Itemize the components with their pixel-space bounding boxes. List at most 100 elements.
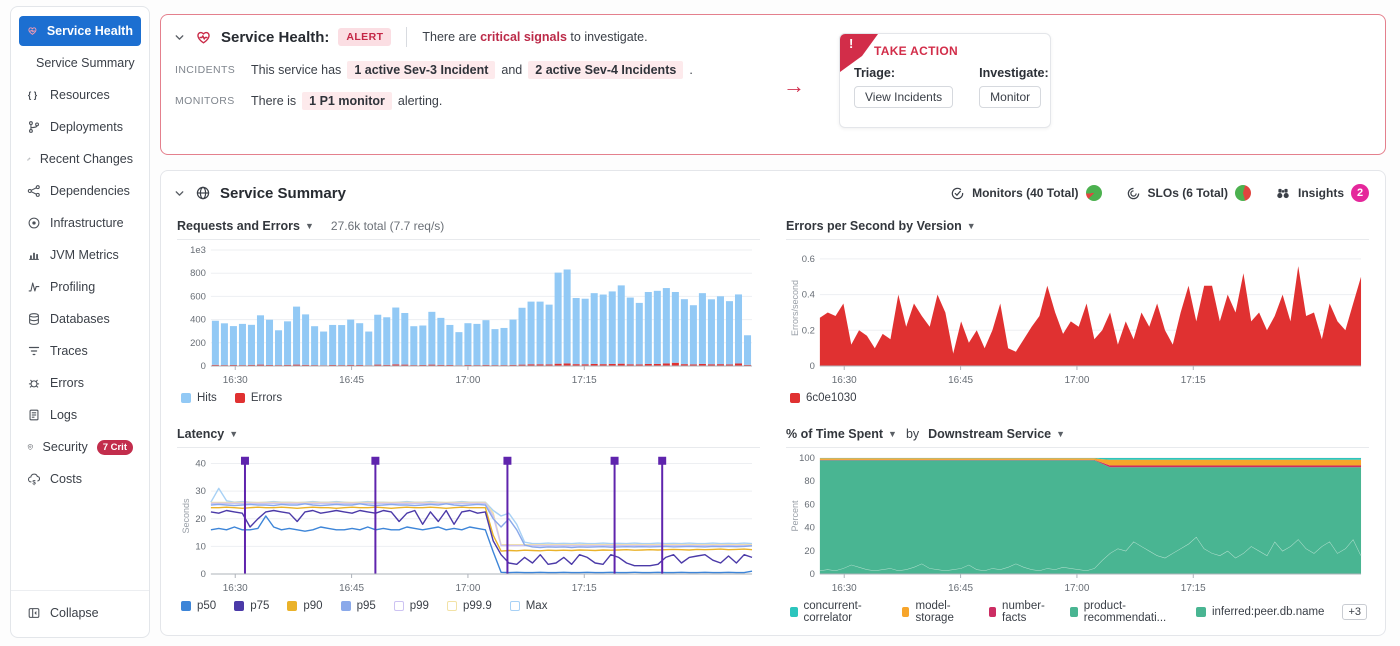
- legend-label: p50: [197, 600, 216, 612]
- sev4-incident-chip[interactable]: 2 active Sev-4 Incidents: [528, 61, 683, 79]
- legend-item[interactable]: Hits: [181, 392, 217, 404]
- svg-text:200: 200: [190, 338, 206, 349]
- svg-text:0.6: 0.6: [802, 254, 815, 265]
- sidebar-item-label: Service Summary: [36, 56, 135, 70]
- sidebar-item-label: Dependencies: [50, 184, 130, 198]
- sidebar-item-label: Databases: [50, 312, 110, 326]
- sidebar-item-recent-changes[interactable]: Recent Changes: [19, 144, 141, 174]
- collapse-label: Collapse: [50, 606, 99, 620]
- svg-text:17:00: 17:00: [1064, 583, 1089, 594]
- sev3-incident-chip[interactable]: 1 active Sev-3 Incident: [347, 61, 495, 79]
- errors-by-version-chart[interactable]: 00.20.40.6Errors/second16:3016:4517:0017…: [786, 240, 1369, 390]
- svg-text:20: 20: [195, 514, 206, 525]
- legend-item[interactable]: Max: [510, 600, 548, 612]
- insights-label: Insights: [1298, 186, 1344, 200]
- svg-text:17:15: 17:15: [1181, 375, 1206, 386]
- legend-item[interactable]: inferred:peer.db.name: [1196, 606, 1325, 618]
- legend-item[interactable]: p99.9: [447, 600, 492, 612]
- pencil-icon: [27, 152, 31, 166]
- sidebar-item-traces[interactable]: Traces: [19, 336, 141, 366]
- legend-item[interactable]: product-recommendati...: [1070, 600, 1178, 624]
- svg-text:600: 600: [190, 291, 206, 302]
- legend-item[interactable]: p95: [341, 600, 376, 612]
- legend-swatch: [235, 393, 245, 403]
- downstream-service-dropdown[interactable]: Downstream Service: [928, 427, 1051, 441]
- sidebar-item-security[interactable]: Security 7 Crit: [19, 432, 141, 462]
- requests-errors-chart[interactable]: 02004006008001e316:3016:4517:0017:15: [177, 240, 760, 390]
- svg-text:20: 20: [804, 546, 815, 557]
- target-icon: [27, 216, 41, 230]
- svg-text:60: 60: [804, 499, 815, 510]
- requests-errors-title-dropdown[interactable]: Requests and Errors: [177, 219, 300, 233]
- monitor-gauge-icon: [950, 186, 965, 201]
- chevron-down-icon[interactable]: [173, 31, 186, 44]
- collapse-panel-icon: [27, 606, 41, 620]
- svg-text:16:30: 16:30: [223, 375, 248, 386]
- latency-title-dropdown[interactable]: Latency: [177, 427, 224, 441]
- slos-total-link[interactable]: SLOs (6 Total): [1126, 185, 1251, 201]
- monitors-status-donut: [1086, 185, 1102, 201]
- sidebar-item-jvm-metrics[interactable]: JVM Metrics: [19, 240, 141, 270]
- legend-more-chip[interactable]: +3: [1342, 604, 1367, 620]
- sidebar-item-dependencies[interactable]: Dependencies: [19, 176, 141, 206]
- legend-label: p99: [410, 600, 429, 612]
- alert-badge: ALERT: [338, 28, 391, 46]
- sidebar-item-resources[interactable]: { } Resources: [19, 80, 141, 110]
- legend-item[interactable]: p75: [234, 600, 269, 612]
- main-content: Service Health: ALERT There are critical…: [160, 14, 1386, 636]
- legend-item[interactable]: number-facts: [989, 600, 1053, 624]
- legend-label: product-recommendati...: [1084, 600, 1178, 624]
- legend-label: Errors: [251, 392, 282, 404]
- sidebar-item-databases[interactable]: Databases: [19, 304, 141, 334]
- time-spent-legend: concurrent-correlator model-storage number…: [786, 598, 1369, 630]
- critical-signals-link[interactable]: critical signals: [480, 30, 567, 44]
- sidebar-item-infrastructure[interactable]: Infrastructure: [19, 208, 141, 238]
- legend-label: inferred:peer.db.name: [1212, 606, 1325, 618]
- chevron-down-icon: ▼: [967, 221, 976, 231]
- legend-item[interactable]: p90: [287, 600, 322, 612]
- svg-text:17:15: 17:15: [1181, 583, 1206, 594]
- svg-text:17:15: 17:15: [572, 375, 597, 386]
- legend-label: Max: [526, 600, 548, 612]
- svg-text:Seconds: Seconds: [181, 498, 191, 533]
- message-suffix: to investigate.: [570, 30, 647, 44]
- sidebar-item-label: Traces: [50, 344, 88, 358]
- sidebar-collapse-button[interactable]: Collapse: [19, 598, 141, 628]
- legend-swatch: [1196, 607, 1206, 617]
- nodes-icon: [27, 184, 41, 198]
- latency-chart[interactable]: 010203040Seconds16:3016:4517:0017:15: [177, 448, 760, 598]
- legend-item[interactable]: Errors: [235, 392, 282, 404]
- legend-item[interactable]: 6c0e1030: [790, 392, 857, 404]
- legend-item[interactable]: p99: [394, 600, 429, 612]
- legend-item[interactable]: p50: [181, 600, 216, 612]
- legend-label: Hits: [197, 392, 217, 404]
- by-label: by: [906, 427, 919, 441]
- insights-link[interactable]: Insights 2: [1275, 184, 1369, 202]
- monitors-total-link[interactable]: Monitors (40 Total): [950, 185, 1101, 201]
- p1-monitor-chip[interactable]: 1 P1 monitor: [302, 92, 392, 110]
- sidebar-item-errors[interactable]: Errors: [19, 368, 141, 398]
- legend-item[interactable]: model-storage: [902, 600, 971, 624]
- svg-text:17:00: 17:00: [455, 583, 480, 594]
- errors-by-version-chart-cell: Errors per Second by Version ▼ 00.20.40.…: [786, 212, 1369, 410]
- view-incidents-button[interactable]: View Incidents: [854, 86, 953, 108]
- svg-text:800: 800: [190, 268, 206, 279]
- sidebar-item-deployments[interactable]: Deployments: [19, 112, 141, 142]
- sidebar-item-service-health[interactable]: Service Health: [19, 16, 141, 46]
- incidents-row: INCIDENTS This service has 1 active Sev-…: [175, 61, 1371, 79]
- svg-text:16:45: 16:45: [339, 583, 364, 594]
- time-spent-chart[interactable]: 020406080100Percent16:3016:4517:0017:15: [786, 448, 1369, 598]
- service-health-title: Service Health:: [221, 29, 329, 46]
- sidebar-item-service-summary[interactable]: Service Summary: [19, 48, 141, 78]
- sidebar-item-logs[interactable]: Logs: [19, 400, 141, 430]
- time-spent-title-dropdown[interactable]: % of Time Spent: [786, 427, 883, 441]
- sidebar-item-costs[interactable]: $ Costs: [19, 464, 141, 494]
- monitors-label: MONITORS: [175, 95, 239, 107]
- errors-by-version-title-dropdown[interactable]: Errors per Second by Version: [786, 219, 962, 233]
- monitors-text: There is: [251, 94, 296, 108]
- requests-errors-chart-cell: Requests and Errors ▼ 27.6k total (7.7 r…: [177, 212, 760, 410]
- chevron-down-icon[interactable]: [173, 187, 186, 200]
- sidebar-item-profiling[interactable]: Profiling: [19, 272, 141, 302]
- monitor-button[interactable]: Monitor: [979, 86, 1041, 108]
- legend-item[interactable]: concurrent-correlator: [790, 600, 884, 624]
